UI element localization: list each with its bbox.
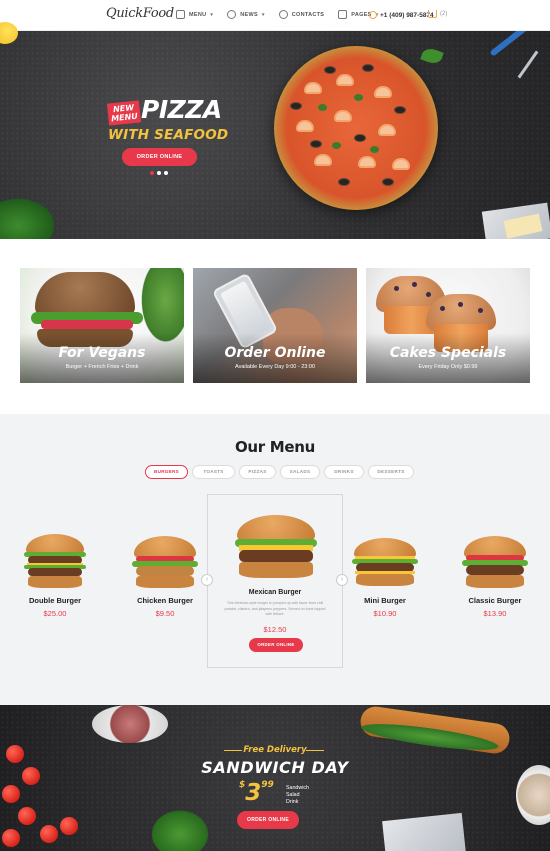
filter-desserts[interactable]: DESSERTS: [368, 465, 414, 479]
burger-image: [24, 534, 86, 590]
cart-button[interactable]: (2): [428, 10, 447, 18]
tomato-image: [2, 829, 20, 847]
promo-card-subtitle: Every Friday Only $0.99: [418, 364, 478, 370]
chevron-down-icon: ▾: [210, 11, 214, 18]
cart-count: (2): [440, 11, 448, 17]
promo-title: SANDWICH DAY: [201, 758, 349, 777]
basil-image: [150, 809, 210, 851]
promo-cards: For Vegans Burger + French Fries + Drink…: [0, 239, 550, 414]
order-online-button[interactable]: ORDER ONLINE: [122, 148, 197, 166]
greens-image: [0, 199, 54, 239]
promo-price: $399: [239, 780, 274, 806]
burger-image: [462, 534, 528, 590]
our-menu-section: Our Menu BURGERS TOASTS PIZZAS SALADS DR…: [0, 414, 550, 705]
sandwich-day-banner: Free Delivery SANDWICH DAY $399 Sandwich…: [0, 705, 550, 851]
hero-subtitle: WITH SEAFOOD: [108, 127, 229, 143]
filter-burgers[interactable]: BURGERS: [145, 465, 188, 479]
slider-dots: [150, 171, 168, 175]
tomato-image: [40, 825, 58, 843]
nav-item-label: CONTACTS: [291, 11, 325, 18]
nav-item-label: MENU: [189, 11, 207, 18]
promo-card-subtitle: Available Every Day 9:00 - 23:00: [235, 364, 315, 370]
site-header: QuickFood MENU ▾ NEWS ▾ CONTACTS PAGES ▾…: [0, 0, 550, 31]
logo[interactable]: QuickFood: [106, 6, 174, 21]
tomato-image: [60, 817, 78, 835]
tag-icon: [227, 10, 237, 19]
menu-item-name: Chicken Burger: [137, 596, 193, 605]
slider-dot[interactable]: [157, 171, 161, 175]
filter-toasts[interactable]: TOASTS: [192, 465, 235, 479]
main-nav: MENU ▾ NEWS ▾ CONTACTS PAGES ▾: [176, 10, 392, 19]
promo-card-vegans[interactable]: For Vegans Burger + French Fries + Drink: [20, 268, 184, 383]
menu-item-name: Classic Burger: [468, 596, 522, 605]
chevron-down-icon: ▾: [261, 11, 265, 18]
nav-item-news[interactable]: NEWS ▾: [227, 10, 265, 19]
layers-icon: [338, 10, 348, 19]
promo-includes: Sandwich Salad Drink: [286, 785, 309, 805]
tomato-image: [18, 807, 36, 825]
meat-plate-image: [92, 705, 168, 743]
hero-slider: NEW MENU PIZZA WITH SEAFOOD ORDER ONLINE: [0, 31, 550, 239]
promo-card-title: For Vegans: [58, 345, 146, 361]
slider-dot[interactable]: [164, 171, 168, 175]
user-icon: [278, 10, 288, 19]
promo-card-order-online[interactable]: Order Online Available Every Day 9:00 - …: [193, 268, 357, 383]
featured-item-description: This Mexican-style burger is pumped up w…: [224, 601, 326, 617]
promo-card-title: Order Online: [224, 345, 326, 361]
featured-menu-item[interactable]: Mexican Burger This Mexican-style burger…: [207, 494, 343, 668]
section-title: Our Menu: [234, 438, 316, 456]
promo-card-title: Cakes Specials: [389, 345, 507, 361]
tomato-image: [2, 785, 20, 803]
phone-contact[interactable]: +1 (409) 987-5874: [369, 11, 434, 19]
prev-arrow-icon[interactable]: ‹: [201, 574, 213, 586]
promo-tagline: Free Delivery: [243, 745, 307, 755]
phone-number: +1 (409) 987-5874: [380, 11, 434, 19]
burger-image: [234, 515, 318, 581]
menu-filters: BURGERS TOASTS PIZZAS SALADS DRINKS DESS…: [145, 465, 414, 479]
filter-drinks[interactable]: DRINKS: [324, 465, 364, 479]
nav-item-label: NEWS: [240, 11, 258, 18]
menu-item-double-burger[interactable]: Double Burger $25.00: [9, 534, 101, 618]
chef-hat-icon: [176, 10, 185, 19]
filter-pizzas[interactable]: PIZZAS: [239, 465, 276, 479]
featured-item-name: Mexican Burger: [248, 589, 302, 596]
burger-image: [352, 534, 418, 590]
menu-item-price: $9.50: [155, 609, 175, 618]
order-online-button[interactable]: ORDER ONLINE: [237, 811, 299, 829]
nav-item-contacts[interactable]: CONTACTS: [278, 10, 325, 19]
menu-item-name: Mini Burger: [364, 596, 406, 605]
menu-item-mini-burger[interactable]: Mini Burger $10.90: [339, 534, 431, 618]
cart-icon: [428, 10, 437, 18]
menu-item-price: $25.00: [43, 609, 67, 618]
new-menu-badge: NEW MENU: [106, 100, 142, 126]
menu-item-chicken-burger[interactable]: Chicken Burger $9.50: [119, 534, 211, 618]
phone-icon: [369, 11, 377, 19]
filter-salads[interactable]: SALADS: [280, 465, 320, 479]
menu-item-classic-burger[interactable]: Classic Burger $13.90: [449, 534, 541, 618]
promo-card-subtitle: Burger + French Fries + Drink: [65, 364, 139, 370]
hero-title: PIZZA: [141, 95, 222, 124]
promo-card-cakes[interactable]: Cakes Specials Every Friday Only $0.99: [366, 268, 530, 383]
nav-item-menu[interactable]: MENU ▾: [176, 10, 213, 19]
featured-item-price: $12.50: [263, 625, 287, 634]
menu-item-price: $10.90: [373, 609, 397, 618]
menu-item-price: $13.90: [483, 609, 507, 618]
slider-dot[interactable]: [150, 171, 154, 175]
order-online-button[interactable]: ORDER ONLINE: [249, 638, 303, 652]
menu-item-name: Double Burger: [28, 596, 82, 605]
pizza-image: [274, 46, 438, 210]
burger-image: [132, 534, 198, 590]
